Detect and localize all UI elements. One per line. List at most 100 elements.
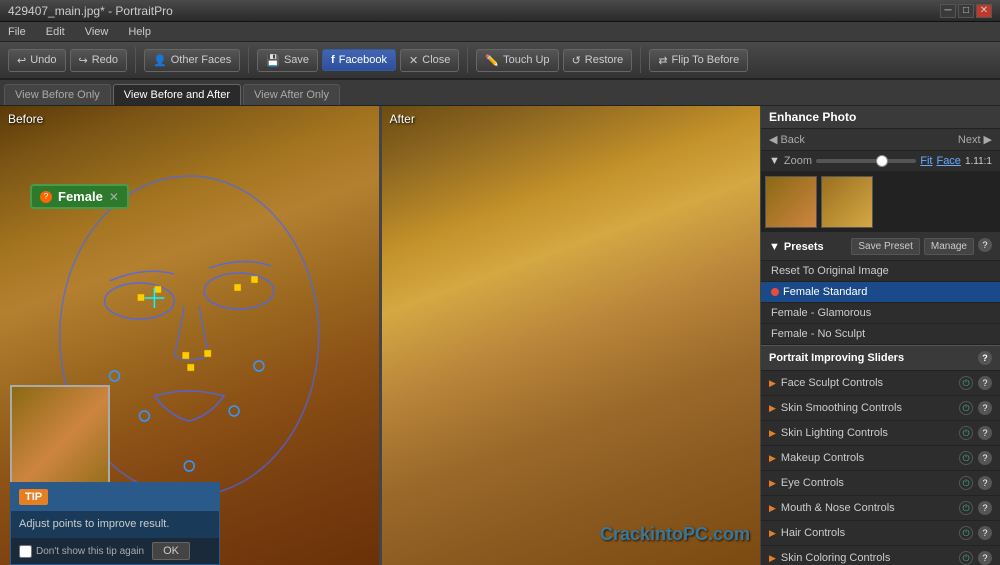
help-icon-0[interactable]: ? [978, 376, 992, 390]
presets-label: ▼ Presets [769, 241, 824, 253]
tip-dont-show-checkbox[interactable] [19, 545, 32, 558]
menu-view[interactable]: View [81, 24, 113, 40]
tab-view-after-only[interactable]: View After Only [243, 84, 340, 105]
tip-content: Adjust points to improve result. [11, 511, 219, 538]
slider-item-left-6: ▶ Hair Controls [769, 527, 845, 539]
facebook-icon: f [331, 54, 335, 66]
other-faces-button[interactable]: 👤 Other Faces [144, 49, 240, 72]
slider-item-5[interactable]: ▶ Mouth & Nose Controls ⏻ ? [761, 496, 1000, 521]
zoom-fit-button[interactable]: Fit [920, 155, 932, 167]
menu-edit[interactable]: Edit [42, 24, 69, 40]
close-icon: ✕ [409, 54, 418, 67]
preset-item-no-sculpt[interactable]: Female - No Sculpt [761, 324, 1000, 345]
slider-item-left-5: ▶ Mouth & Nose Controls [769, 502, 895, 514]
power-icon-6[interactable]: ⏻ [959, 526, 973, 540]
zoom-arrow-icon: ▼ [769, 155, 780, 167]
minimize-button[interactable]: ─ [940, 4, 956, 18]
next-button[interactable]: Next ▶ [958, 133, 992, 146]
help-icon-6[interactable]: ? [978, 526, 992, 540]
slider-item-3[interactable]: ▶ Makeup Controls ⏻ ? [761, 446, 1000, 471]
preset-item-reset[interactable]: Reset To Original Image [761, 261, 1000, 282]
zoom-row: ▼ Zoom Fit Face 1.11:1 [761, 151, 1000, 172]
nav-row: ◀ Back Next ▶ [761, 129, 1000, 151]
zoom-thumb[interactable] [876, 155, 888, 167]
toolbar-separator-2 [248, 47, 249, 73]
help-icon-1[interactable]: ? [978, 401, 992, 415]
portrait-sliders-help-icon[interactable]: ? [978, 351, 992, 365]
slider-item-left-7: ▶ Skin Coloring Controls [769, 552, 890, 564]
power-icon-3[interactable]: ⏻ [959, 451, 973, 465]
save-button[interactable]: 💾 Save [257, 49, 318, 72]
power-icon-2[interactable]: ⏻ [959, 426, 973, 440]
menu-help[interactable]: Help [124, 24, 155, 40]
preset-item-female-standard[interactable]: Female Standard [761, 282, 1000, 303]
slider-label-3: Makeup Controls [781, 452, 864, 464]
slider-item-left-1: ▶ Skin Smoothing Controls [769, 402, 902, 414]
preset-item-glamorous[interactable]: Female - Glamorous [761, 303, 1000, 324]
before-label: Before [8, 112, 43, 126]
tab-view-before-after[interactable]: View Before and After [113, 84, 241, 105]
portrait-sliders-header: Portrait Improving Sliders ? [761, 345, 1000, 371]
right-panel-header: Enhance Photo [761, 106, 1000, 129]
redo-button[interactable]: ↪ Redo [70, 49, 128, 72]
presets-row: ▼ Presets Save Preset Manage ? [761, 233, 1000, 261]
touch-up-button[interactable]: ✏️ Touch Up [476, 49, 558, 72]
slider-arrow-icon-0: ▶ [769, 378, 776, 389]
back-button[interactable]: ◀ Back [769, 133, 805, 146]
help-icon-2[interactable]: ? [978, 426, 992, 440]
help-icon-5[interactable]: ? [978, 501, 992, 515]
slider-item-2[interactable]: ▶ Skin Lighting Controls ⏻ ? [761, 421, 1000, 446]
help-icon-7[interactable]: ? [978, 551, 992, 565]
zoom-face-button[interactable]: Face [936, 155, 960, 167]
menu-file[interactable]: File [4, 24, 30, 40]
help-icon-4[interactable]: ? [978, 476, 992, 490]
zoom-value: 1.11:1 [965, 156, 992, 167]
after-label: After [390, 112, 415, 126]
flip-to-before-button[interactable]: ⇄ Flip To Before [649, 49, 748, 72]
restore-button[interactable]: ↺ Restore [563, 49, 633, 72]
close-button[interactable]: ✕ Close [400, 49, 459, 72]
power-icon-7[interactable]: ⏻ [959, 551, 973, 565]
toolbar-separator-1 [135, 47, 136, 73]
before-panel: Before [0, 106, 379, 565]
slider-label-0: Face Sculpt Controls [781, 377, 883, 389]
undo-button[interactable]: ↩ Undo [8, 49, 66, 72]
maximize-button[interactable]: □ [958, 4, 974, 18]
slider-item-1[interactable]: ▶ Skin Smoothing Controls ⏻ ? [761, 396, 1000, 421]
slider-item-right-7: ⏻ ? [959, 551, 992, 565]
zoom-slider[interactable] [816, 159, 916, 163]
save-preset-button[interactable]: Save Preset [851, 238, 919, 255]
restore-icon: ↺ [572, 54, 581, 67]
toolbar-separator-4 [640, 47, 641, 73]
slider-item-right-5: ⏻ ? [959, 501, 992, 515]
other-faces-icon: 👤 [153, 54, 167, 67]
preset-list: Reset To Original Image Female Standard … [761, 261, 1000, 345]
slider-item-right-3: ⏻ ? [959, 451, 992, 465]
presets-help-icon[interactable]: ? [978, 238, 992, 252]
slider-item-6[interactable]: ▶ Hair Controls ⏻ ? [761, 521, 1000, 546]
manage-button[interactable]: Manage [924, 238, 974, 255]
undo-icon: ↩ [17, 54, 26, 67]
image-area: Before [0, 106, 760, 565]
power-icon-0[interactable]: ⏻ [959, 376, 973, 390]
power-icon-5[interactable]: ⏻ [959, 501, 973, 515]
help-icon-3[interactable]: ? [978, 451, 992, 465]
slider-list: ▶ Face Sculpt Controls ⏻ ? ▶ Skin Smooth… [761, 371, 1000, 565]
tip-ok-button[interactable]: OK [152, 542, 190, 560]
female-label-close[interactable]: ✕ [109, 190, 119, 204]
window-title: 429407_main.jpg* - PortraitPro [8, 4, 173, 18]
slider-arrow-icon-3: ▶ [769, 453, 776, 464]
tip-header: TIP [11, 483, 219, 511]
slider-item-4[interactable]: ▶ Eye Controls ⏻ ? [761, 471, 1000, 496]
close-window-button[interactable]: ✕ [976, 4, 992, 18]
power-icon-1[interactable]: ⏻ [959, 401, 973, 415]
slider-label-7: Skin Coloring Controls [781, 552, 890, 564]
tab-view-before-only[interactable]: View Before Only [4, 84, 111, 105]
main-area: Before [0, 106, 1000, 565]
facebook-button[interactable]: f Facebook [322, 49, 396, 71]
slider-item-right-6: ⏻ ? [959, 526, 992, 540]
power-icon-4[interactable]: ⏻ [959, 476, 973, 490]
slider-item-7[interactable]: ▶ Skin Coloring Controls ⏻ ? [761, 546, 1000, 565]
window-controls: ─ □ ✕ [940, 4, 992, 18]
slider-item-0[interactable]: ▶ Face Sculpt Controls ⏻ ? [761, 371, 1000, 396]
